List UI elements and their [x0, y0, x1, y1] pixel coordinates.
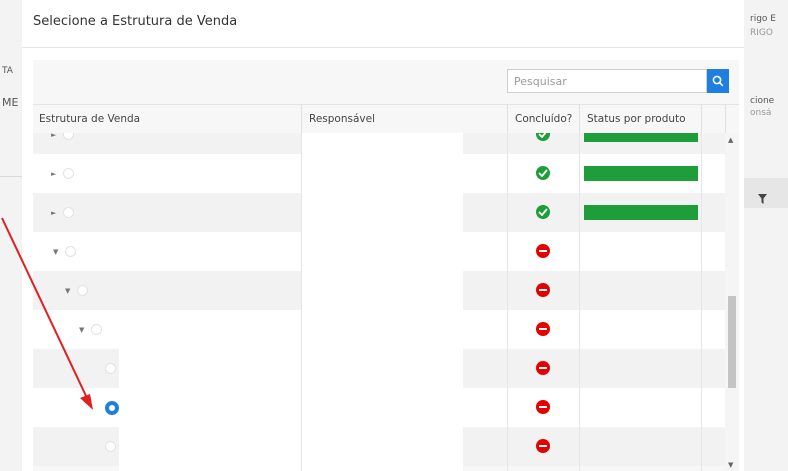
column-divider [725, 105, 726, 133]
radio-button[interactable] [105, 363, 116, 374]
background-text: rigo E [750, 14, 776, 24]
column-header-responsavel[interactable]: Responsável [309, 105, 375, 133]
column-divider [301, 133, 302, 471]
scroll-thumb[interactable] [728, 296, 736, 388]
background-left-panel: TA ME [0, 0, 22, 471]
dialog-title: Selecione a Estrutura de Venda [33, 14, 238, 29]
status-progress-bar [584, 133, 698, 142]
background-divider [0, 176, 22, 177]
column-header-estrutura[interactable]: Estrutura de Venda [39, 105, 140, 133]
column-divider[interactable] [701, 105, 702, 133]
collapse-caret-icon[interactable]: ▼ [79, 326, 84, 334]
expand-caret-icon[interactable]: ► [51, 133, 56, 139]
radio-button[interactable] [63, 207, 74, 218]
dialog-header-divider [22, 47, 744, 48]
structure-grid: Estrutura de Venda Responsável Concluído… [33, 60, 739, 471]
background-text: cione [750, 96, 775, 106]
background-text: TA [2, 66, 13, 76]
minus-circle-icon [536, 400, 550, 414]
collapse-caret-icon[interactable]: ▼ [65, 287, 70, 295]
expand-caret-icon[interactable]: ► [51, 170, 56, 178]
column-divider [507, 133, 508, 471]
column-header-status[interactable]: Status por produto [587, 105, 686, 133]
radio-button[interactable] [77, 285, 88, 296]
radio-button[interactable] [105, 441, 116, 452]
status-progress-bar [584, 166, 698, 181]
check-circle-icon [536, 205, 550, 219]
scroll-up-arrow-icon[interactable]: ▲ [728, 136, 733, 144]
column-divider[interactable] [301, 105, 302, 133]
check-circle-icon [536, 166, 550, 180]
scroll-down-arrow-icon[interactable]: ▼ [728, 461, 733, 469]
column-divider [579, 133, 580, 471]
radio-selected[interactable] [105, 400, 119, 415]
radio-button[interactable] [63, 168, 74, 179]
responsavel-cell-blank [301, 133, 463, 346]
search-input[interactable] [507, 69, 707, 93]
vertical-scrollbar[interactable]: ▲ ▼ [725, 133, 739, 471]
select-structure-dialog: Selecione a Estrutura de Venda Estrutura… [22, 0, 744, 471]
background-text: onsá [750, 108, 772, 118]
grid-body: ► ► ► ▼ ▼ ▼ ▲ ▼ [33, 133, 739, 471]
check-circle-icon [536, 133, 550, 141]
radio-button[interactable] [63, 133, 74, 140]
radio-button[interactable] [65, 246, 76, 257]
search-button[interactable] [707, 69, 729, 93]
row-blank-area [119, 346, 463, 471]
background-right-panel: rigo E RIGO cione onsá [744, 0, 788, 471]
status-progress-bar [584, 205, 698, 220]
collapse-caret-icon[interactable]: ▼ [53, 248, 58, 256]
minus-circle-icon [536, 283, 550, 297]
minus-circle-icon [536, 439, 550, 453]
column-header-concluido[interactable]: Concluído? [515, 105, 572, 133]
column-divider [701, 133, 702, 471]
filter-icon [758, 194, 767, 204]
background-text: RIGO [750, 28, 773, 38]
grid-header: Estrutura de Venda Responsável Concluído… [33, 104, 739, 134]
expand-caret-icon[interactable]: ► [51, 209, 56, 217]
radio-button[interactable] [91, 324, 102, 335]
column-divider[interactable] [507, 105, 508, 133]
search-icon [712, 75, 724, 87]
search-box [507, 69, 729, 93]
column-divider[interactable] [579, 105, 580, 133]
minus-circle-icon [536, 244, 550, 258]
minus-circle-icon [536, 361, 550, 375]
minus-circle-icon [536, 322, 550, 336]
background-text: ME [2, 96, 19, 109]
